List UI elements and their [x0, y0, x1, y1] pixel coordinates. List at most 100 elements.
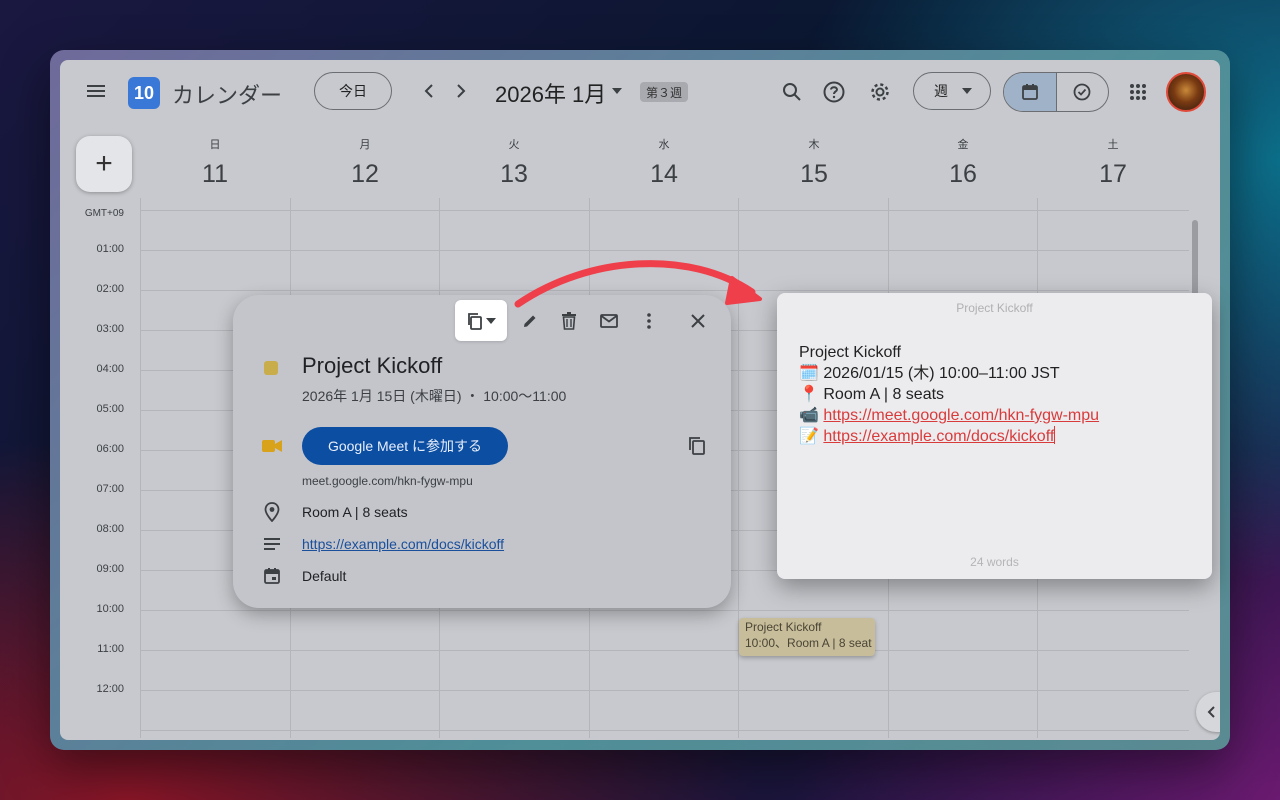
next-week-icon[interactable] — [448, 78, 474, 104]
day-header-tue[interactable]: 火 13 — [439, 136, 589, 189]
caret-down-icon — [486, 317, 496, 324]
time-label: 11:00 — [97, 643, 124, 655]
meet-url: meet.google.com/hkn-fygw-mpu — [302, 474, 473, 488]
time-label: 09:00 — [96, 563, 124, 575]
week-number-badge: 第３週 — [640, 82, 689, 102]
day-header-sat[interactable]: 土 17 — [1038, 136, 1188, 189]
month-dropdown-icon[interactable] — [610, 84, 624, 98]
time-label: 05:00 — [96, 403, 124, 415]
day-number[interactable]: 16 — [888, 160, 1038, 189]
day-header-mon[interactable]: 月 12 — [290, 136, 440, 189]
event-detail-popup: Project Kickoff 2026年 1月 15日 (木曜日) ・ 10:… — [233, 295, 731, 608]
grid-line — [140, 610, 1189, 611]
check-circle-icon — [1073, 83, 1091, 101]
copy-meet-link-icon[interactable] — [686, 435, 708, 457]
grid-line — [738, 198, 739, 738]
app-title: カレンダー — [172, 83, 283, 108]
day-header-fri[interactable]: 金 16 — [888, 136, 1038, 189]
help-icon[interactable] — [820, 78, 848, 106]
plus-icon: + — [95, 147, 113, 180]
event-date-time: 2026年 1月 15日 (木曜日) ・ 10:00～11:00 — [302, 388, 567, 404]
day-of-week: 月 — [359, 139, 371, 151]
calendar-event-icon — [261, 565, 283, 587]
day-number[interactable]: 15 — [739, 160, 889, 189]
grid-line — [140, 290, 1189, 291]
note-meet-link[interactable]: https://meet.google.com/hkn-fygw-mpu — [823, 407, 1099, 424]
word-count: 24 words — [970, 555, 1019, 569]
event-chip-detail: 10:00、Room A | 8 seat — [745, 636, 872, 650]
close-popup-button[interactable] — [680, 303, 716, 339]
top-bar: 10 カレンダー 今日 2026年 1月 第３週 週 — [60, 60, 1220, 122]
note-title-text: Project Kickoff — [799, 344, 901, 361]
day-number[interactable]: 17 — [1038, 160, 1188, 189]
calendar-tasks-toggle — [1003, 72, 1109, 112]
notes-window-title: Project Kickoff — [956, 301, 1033, 315]
note-line-location: 📍 Room A | 8 seats — [799, 384, 1099, 405]
join-google-meet-button[interactable]: Google Meet に参加する — [302, 427, 508, 465]
day-number[interactable]: 13 — [439, 160, 589, 189]
notes-window: Project Kickoff Project Kickoff 🗓️ 2026/… — [777, 293, 1212, 579]
view-selector[interactable]: 週 — [913, 72, 991, 110]
prev-week-icon[interactable] — [416, 78, 442, 104]
day-number[interactable]: 14 — [589, 160, 739, 189]
tasks-view-button[interactable] — [1057, 73, 1109, 111]
time-label: 07:00 — [96, 483, 124, 495]
grid-line — [140, 730, 1189, 731]
text-cursor — [1054, 426, 1056, 444]
video-camera-emoji-icon: 📹 — [799, 407, 819, 424]
time-label: 02:00 — [96, 283, 124, 295]
main-menu-icon[interactable] — [82, 77, 110, 105]
day-header-thu[interactable]: 木 15 — [739, 136, 889, 189]
event-description-link[interactable]: https://example.com/docs/kickoff — [302, 536, 504, 552]
time-label: 01:00 — [96, 243, 124, 255]
delete-event-button[interactable] — [551, 303, 587, 339]
grid-line — [140, 650, 1189, 651]
day-header-wed[interactable]: 水 14 — [589, 136, 739, 189]
event-chip-project-kickoff[interactable]: Project Kickoff 10:00、Room A | 8 seat — [739, 618, 875, 656]
calendar-logo: 10 — [128, 77, 160, 109]
day-of-week: 日 — [209, 139, 221, 151]
copy-icon — [468, 312, 482, 330]
day-number[interactable]: 12 — [290, 160, 440, 189]
day-of-week: 水 — [658, 139, 670, 151]
grid-line — [140, 250, 1189, 251]
event-chip-title: Project Kickoff — [745, 620, 822, 634]
view-selector-label: 週 — [934, 83, 948, 99]
note-location-text: Room A | 8 seats — [823, 386, 945, 403]
note-doc-link[interactable]: https://example.com/docs/kickoff — [823, 428, 1054, 445]
note-line-doc: 📝 https://example.com/docs/kickoff — [799, 426, 1099, 447]
duplicate-button[interactable] — [455, 300, 507, 341]
day-header-sun[interactable]: 日 11 — [140, 136, 290, 189]
more-vert-icon — [647, 313, 651, 329]
account-avatar[interactable] — [1166, 72, 1206, 112]
view-dropdown-icon — [962, 88, 972, 94]
time-label: 08:00 — [96, 523, 124, 535]
mail-icon — [600, 314, 618, 328]
day-of-week: 金 — [957, 139, 969, 151]
timezone-label: GMT+09 — [84, 208, 124, 219]
edit-event-button[interactable] — [512, 303, 548, 339]
time-label: 03:00 — [96, 323, 124, 335]
email-guests-button[interactable] — [591, 303, 627, 339]
create-event-button[interactable]: + — [76, 136, 132, 192]
today-button[interactable]: 今日 — [314, 72, 392, 110]
time-label: 04:00 — [96, 363, 124, 375]
event-location: Room A | 8 seats — [302, 504, 408, 520]
settings-gear-icon[interactable] — [866, 78, 894, 106]
calendar-view-button[interactable] — [1004, 73, 1057, 111]
apps-grid-icon[interactable] — [1124, 78, 1152, 106]
chevron-left-icon — [1207, 706, 1215, 718]
notes-editor[interactable]: Project Kickoff 🗓️ 2026/01/15 (木) 10:00–… — [799, 342, 1099, 447]
grid-line — [140, 690, 1189, 691]
close-icon — [691, 314, 705, 328]
search-icon[interactable] — [778, 78, 806, 106]
side-panel-toggle[interactable] — [1196, 692, 1220, 732]
more-options-button[interactable] — [631, 303, 667, 339]
day-number[interactable]: 11 — [140, 160, 290, 189]
pin-emoji-icon: 📍 — [799, 386, 819, 403]
time-label: 12:00 — [96, 683, 124, 695]
calendar-icon — [1021, 84, 1038, 100]
month-label[interactable]: 2026年 1月 — [495, 77, 606, 109]
note-line-title: Project Kickoff — [799, 342, 1099, 363]
pencil-icon — [524, 315, 536, 327]
